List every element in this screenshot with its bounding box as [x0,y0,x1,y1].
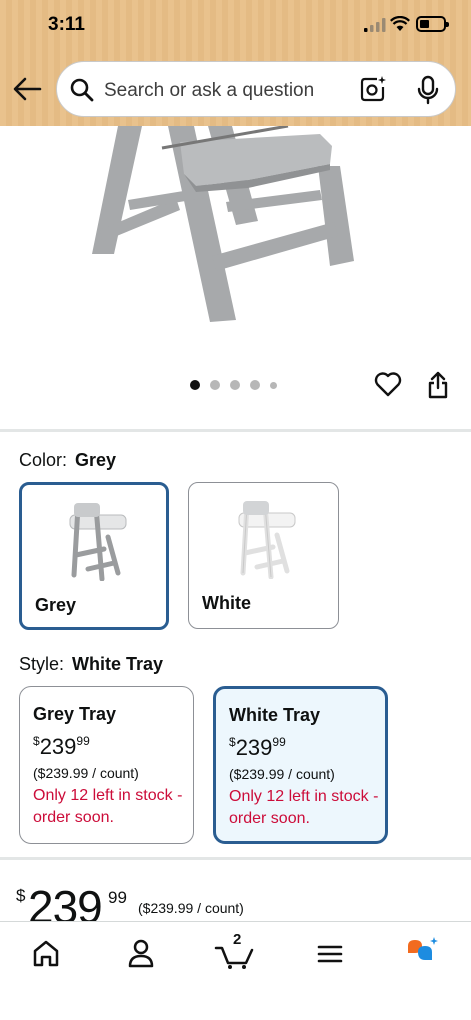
app-header: 3:11 Search or ask a question [0,0,471,126]
section-divider [0,857,471,860]
grey-chair-thumbnail [69,503,127,581]
search-input[interactable]: Search or ask a question [104,80,314,102]
style-selected-value: White Tray [72,654,164,674]
pager-dot[interactable] [270,381,277,389]
style-option-name: White Tray [229,705,321,725]
style-option-unit-price: ($239.99 / count) [229,766,335,782]
status-bar: 3:11 [0,0,471,50]
account-icon[interactable] [126,936,156,970]
color-swatch-label: White [202,593,251,613]
cart-count-badge: 2 [233,931,242,948]
product-image[interactable] [0,126,471,366]
style-option-white-tray[interactable]: White Tray $23999 ($239.99 / count) Only… [213,686,388,844]
style-option-price: $23999 [33,734,90,759]
color-swatch-label: Grey [35,595,77,615]
color-swatch-grey[interactable]: Grey [19,482,169,630]
rufus-icon[interactable] [404,936,440,970]
price-currency: $ [16,886,26,905]
menu-icon[interactable] [316,936,344,970]
status-time: 3:11 [48,14,85,35]
price-fraction: 99 [108,888,127,907]
style-option-price: $23999 [229,735,286,760]
color-label-row: Color: Grey [19,450,116,471]
search-bar[interactable]: Search or ask a question [56,61,456,117]
color-label: Color: [19,450,68,470]
camera-lens-icon[interactable] [359,75,387,103]
image-pager-dots[interactable] [190,380,277,390]
style-option-name: Grey Tray [33,704,117,724]
price-unit: ($239.99 / count) [138,900,244,916]
signal-icon [364,18,386,32]
bottom-nav: 2 [0,921,471,1020]
wifi-icon [390,16,410,31]
style-option-unit-price: ($239.99 / count) [33,765,139,781]
home-icon[interactable] [30,936,62,970]
heart-icon[interactable] [374,371,402,397]
back-arrow-icon[interactable] [12,76,42,102]
color-selected-value: Grey [75,450,117,470]
white-chair-thumbnail [238,501,296,579]
style-option-stock: Only 12 left in stock - order soon. [229,788,379,827]
style-label: Style: [19,654,65,674]
high-chair-image [92,126,354,322]
pager-dot[interactable] [190,380,200,390]
pager-dot[interactable] [230,380,240,390]
style-option-grey-tray[interactable]: Grey Tray $23999 ($239.99 / count) Only … [19,686,194,844]
pager-dot[interactable] [210,380,220,390]
style-option-stock: Only 12 left in stock - order soon. [33,787,183,826]
section-divider [0,429,471,432]
search-icon [70,78,94,102]
pager-dot[interactable] [250,380,260,390]
color-swatch-white[interactable]: White [188,482,339,629]
microphone-icon[interactable] [417,75,439,105]
style-label-row: Style: White Tray [19,654,163,675]
battery-icon [416,16,449,32]
share-icon[interactable] [427,371,449,399]
